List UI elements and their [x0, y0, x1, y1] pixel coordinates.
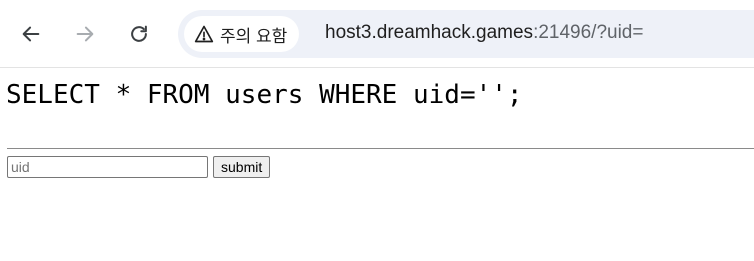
sql-query-heading: SELECT * FROM users WHERE uid=''; [6, 80, 523, 110]
url-path: :21496/?uid= [533, 22, 644, 43]
reload-button[interactable] [121, 16, 157, 52]
forward-button[interactable] [67, 16, 103, 52]
reload-icon [131, 25, 147, 42]
url-host: host3.dreamhack.games [325, 22, 534, 43]
browser-toolbar: 주의 요함 host3.dreamhack.games:21496/?uid= [0, 0, 754, 68]
back-button[interactable] [13, 16, 49, 52]
submit-button[interactable]: submit [213, 156, 271, 178]
back-arrow-icon [22, 26, 40, 42]
security-chip-label: 주의 요함 [220, 26, 288, 46]
address-bar[interactable]: 주의 요함 host3.dreamhack.games:21496/?uid= [178, 10, 754, 58]
security-chip[interactable]: 주의 요함 [184, 16, 300, 52]
url-text[interactable]: host3.dreamhack.games:21496/?uid= [325, 22, 643, 44]
divider [7, 148, 754, 149]
uid-input[interactable] [7, 156, 208, 178]
page-content: SELECT * FROM users WHERE uid=''; submit [0, 68, 754, 261]
forward-arrow-icon [76, 26, 94, 42]
warning-triangle-icon [194, 25, 214, 43]
